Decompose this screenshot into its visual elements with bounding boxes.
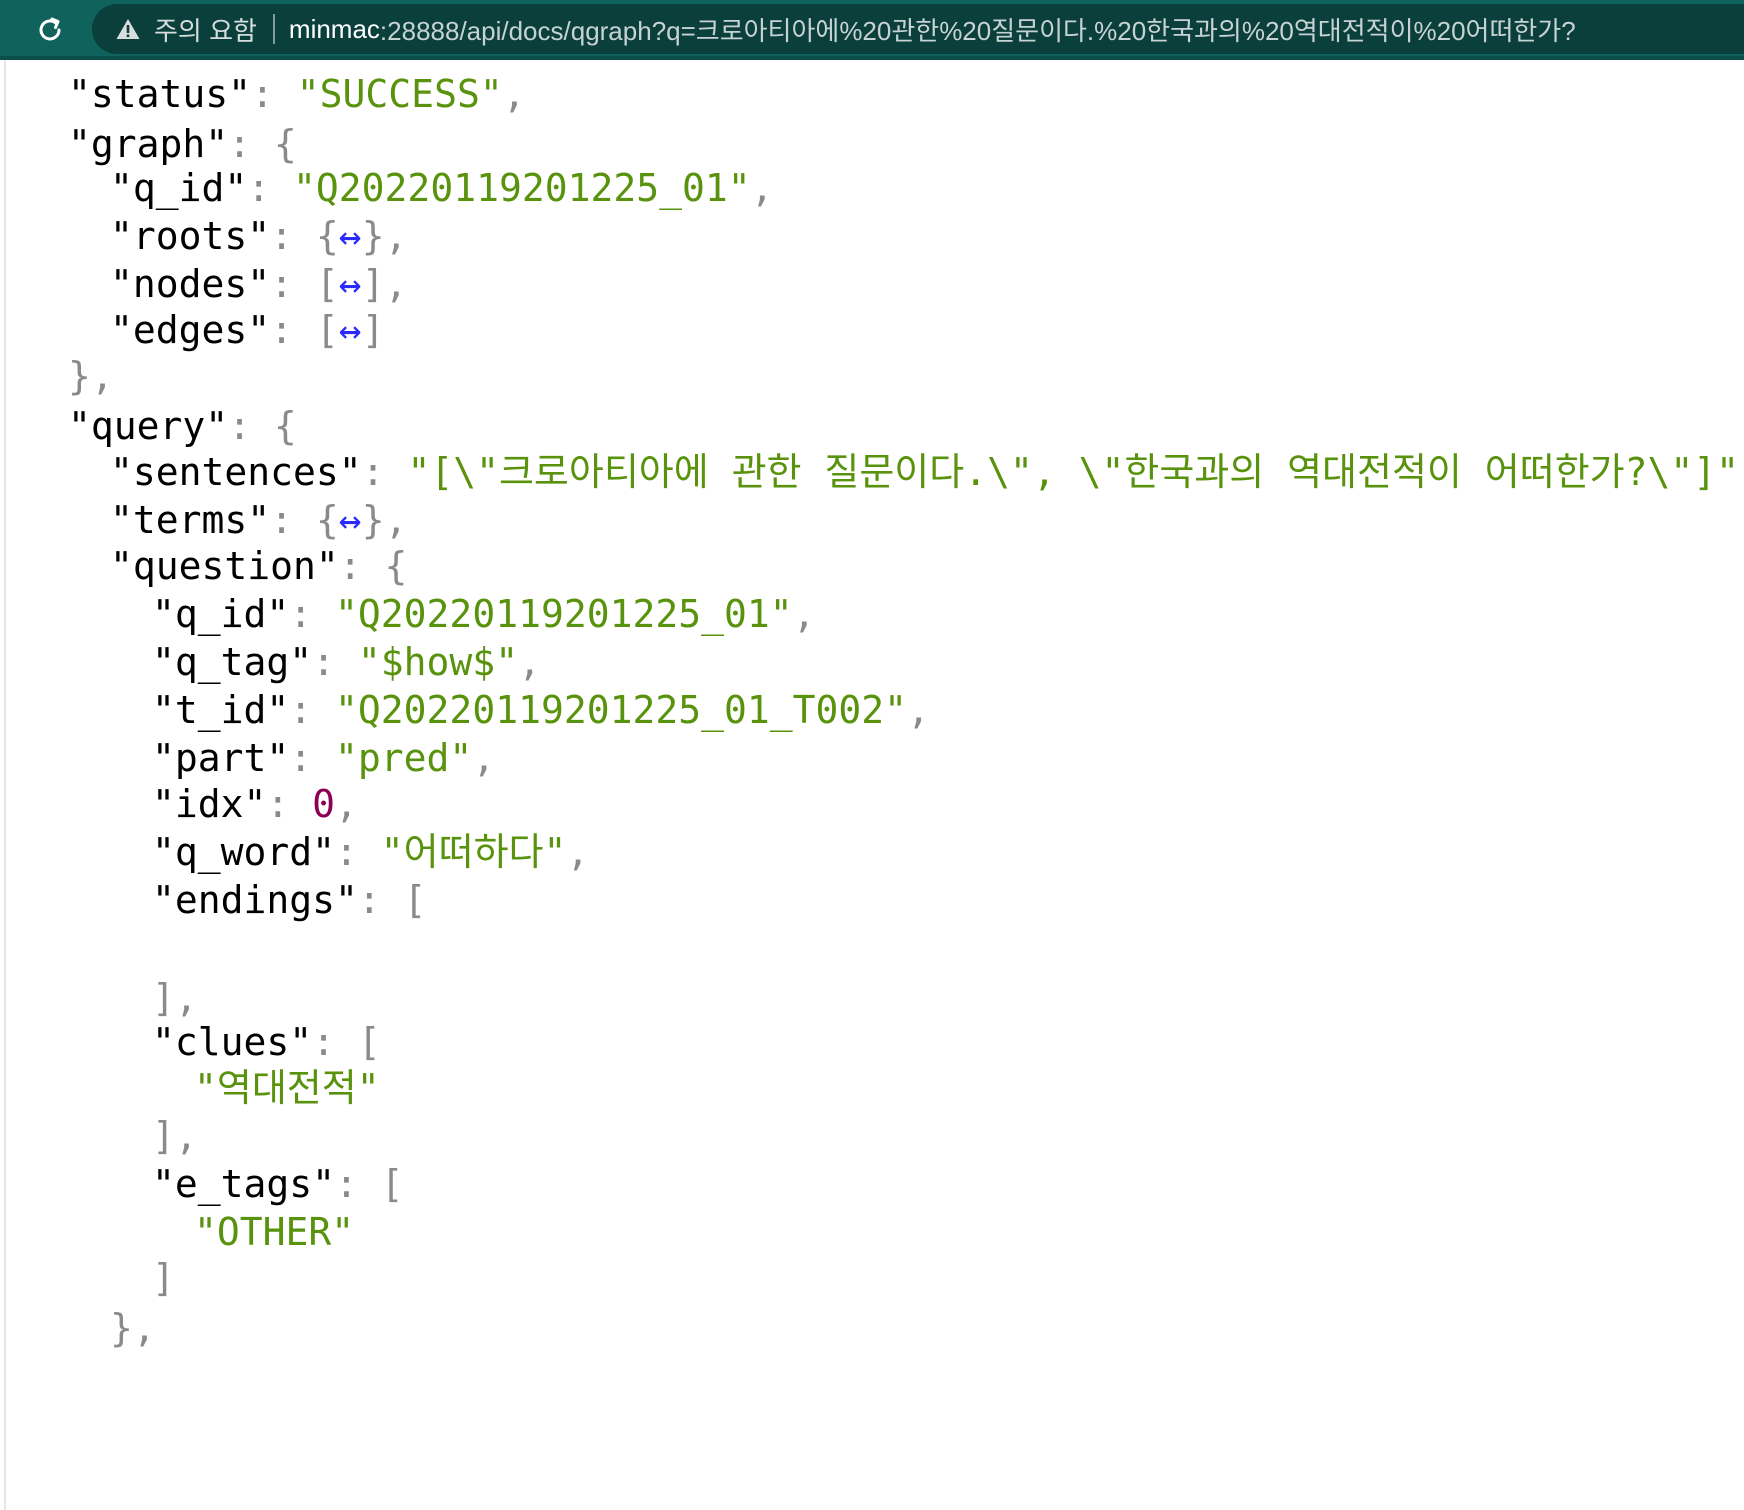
expand-toggle-terms[interactable]: ↔ (339, 498, 362, 542)
url-host[interactable]: minmac (289, 14, 380, 45)
json-key: "nodes" (110, 262, 271, 306)
reload-icon (39, 17, 61, 41)
json-key: "q_word" (152, 830, 336, 874)
json-line-idx: "idx": 0, (152, 782, 358, 826)
expand-toggle-nodes[interactable]: ↔ (339, 262, 362, 306)
json-line-e-tags-item: "OTHER" (194, 1208, 354, 1256)
json-string-value: "역대전적" (194, 1066, 380, 1110)
json-string-value: "$how$" (357, 640, 519, 684)
json-key: "graph" (68, 122, 229, 166)
expand-toggle-roots[interactable]: ↔ (339, 214, 362, 258)
gutter-line (4, 60, 6, 1510)
json-key: "terms" (110, 498, 271, 542)
json-string-value: "Q20220119201225_01" (335, 592, 793, 636)
json-line-e-tags-close: ] (152, 1256, 175, 1300)
json-line-endings: "endings": [ (152, 878, 427, 922)
address-bar[interactable]: 주의 요함 minmac:28888/api/docs/qgraph?q=크로아… (92, 4, 1744, 54)
security-status-label[interactable]: 주의 요함 (154, 11, 257, 48)
json-line-clues-close: ], (152, 1114, 198, 1158)
json-line-nodes: "nodes": [↔], (110, 262, 408, 306)
json-line-clues-item: "역대전적" (194, 1064, 380, 1112)
json-key: "roots" (110, 214, 271, 258)
json-string-value: "OTHER" (194, 1210, 355, 1254)
json-string-value: "어떠하다" (380, 830, 567, 874)
json-line-question: "question": { (110, 544, 408, 588)
json-line-graph-q-id: "q_id": "Q20220119201225_01", (110, 166, 774, 210)
json-line-endings-close: ], (152, 976, 198, 1020)
json-key: "edges" (110, 308, 271, 352)
json-line-graph-close: }, (68, 354, 114, 398)
json-key: "clues" (152, 1020, 313, 1064)
json-string-value: "Q20220119201225_01_T002" (335, 688, 907, 732)
json-string-value: "[\"크로아티아에 관한 질문이다.\", \"한국과의 역대전적이 어떠한가… (407, 450, 1739, 494)
json-key: "t_id" (152, 688, 290, 732)
url-path[interactable]: :28888/api/docs/qgraph?q=크로아티아에%20관한%20질… (380, 11, 1576, 48)
json-line-e-tags: "e_tags": [ (152, 1162, 404, 1206)
json-line-question-close: }, (110, 1306, 156, 1350)
json-key: "part" (152, 736, 290, 780)
browser-toolbar: 주의 요함 minmac:28888/api/docs/qgraph?q=크로아… (0, 0, 1744, 60)
json-line-query: "query": { (68, 404, 297, 448)
json-key: "idx" (152, 782, 267, 826)
json-key: "q_tag" (152, 640, 313, 684)
json-key: "status" (68, 72, 252, 116)
json-line-t-id: "t_id": "Q20220119201225_01_T002", (152, 688, 930, 732)
json-string-value: "Q20220119201225_01" (293, 166, 751, 210)
json-line-edges: "edges": [↔] (110, 308, 385, 352)
json-line-q-tag: "q_tag": "$how$", (152, 640, 541, 684)
json-key: "e_tags" (152, 1162, 336, 1206)
json-line-terms: "terms": {↔}, (110, 498, 408, 542)
json-key: "query" (68, 404, 229, 448)
json-line-q-id: "q_id": "Q20220119201225_01", (152, 592, 816, 636)
reload-button[interactable] (30, 10, 70, 50)
json-line-status: "status": "SUCCESS", (68, 72, 526, 116)
json-key: "endings" (152, 878, 358, 922)
address-separator (272, 14, 275, 44)
json-key: "question" (110, 544, 339, 588)
warning-icon[interactable] (114, 15, 142, 43)
expand-toggle-edges[interactable]: ↔ (339, 308, 362, 352)
json-key: "q_id" (110, 166, 248, 210)
json-key: "sentences" (110, 450, 362, 494)
json-line-roots: "roots": {↔}, (110, 214, 408, 258)
json-key: "q_id" (152, 592, 290, 636)
json-line-graph: "graph": { (68, 122, 297, 166)
json-line-clues: "clues": [ (152, 1020, 381, 1064)
json-number-value: 0 (312, 782, 336, 826)
json-line-q-word: "q_word": "어떠하다", (152, 830, 590, 874)
json-string-value: "SUCCESS" (296, 72, 503, 116)
json-string-value: "pred" (335, 736, 473, 780)
json-line-sentences: "sentences": "[\"크로아티아에 관한 질문이다.\", \"한국… (110, 450, 1744, 494)
json-viewer: "status": "SUCCESS", "graph": { "q_id": … (0, 60, 1744, 1510)
json-line-part: "part": "pred", (152, 736, 496, 780)
